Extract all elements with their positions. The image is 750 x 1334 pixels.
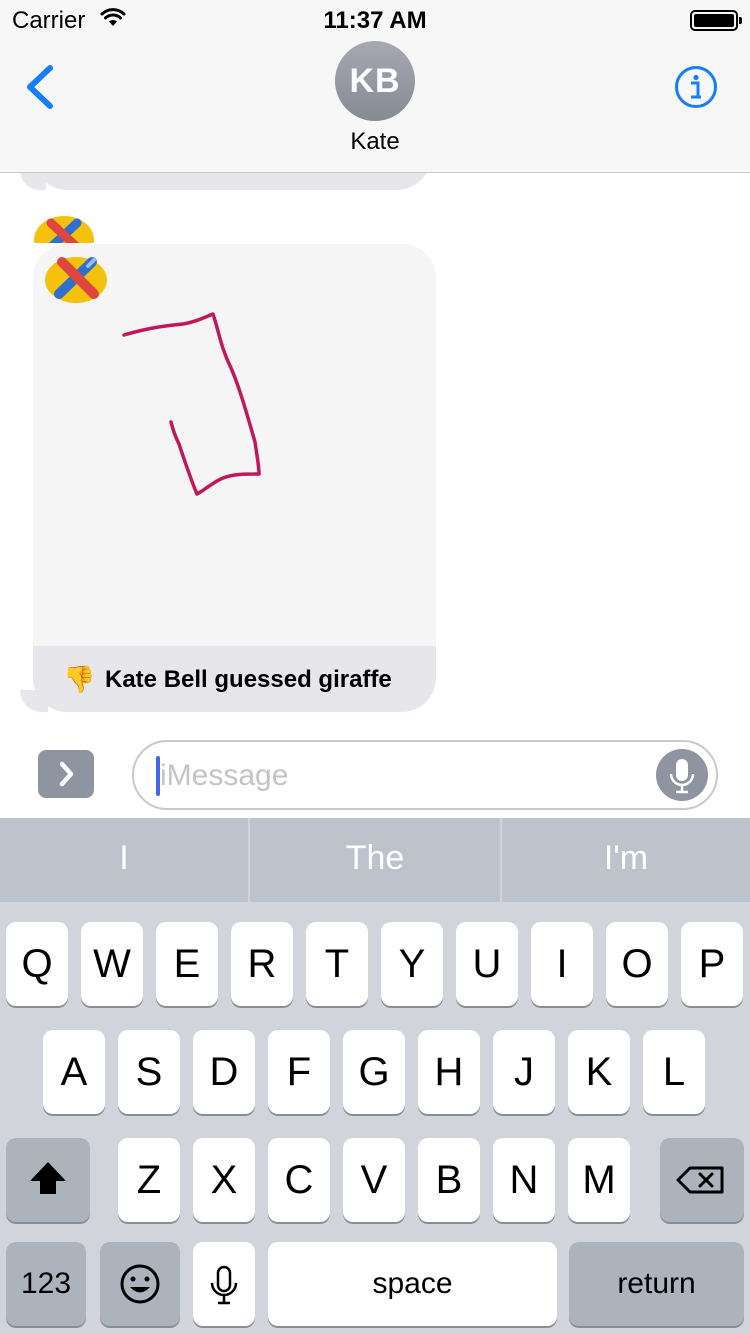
dictation-key[interactable] <box>193 1242 255 1326</box>
key-m[interactable]: M <box>568 1138 630 1222</box>
space-key[interactable]: space <box>268 1242 557 1326</box>
emoji-icon <box>120 1264 160 1304</box>
app-drawer-toggle-button[interactable] <box>38 750 94 798</box>
game-app-icon <box>33 215 95 243</box>
suggestion-1[interactable]: I <box>0 818 248 902</box>
key-l[interactable]: L <box>643 1030 705 1114</box>
chevron-right-icon <box>59 761 74 787</box>
shift-key[interactable] <box>6 1138 90 1222</box>
return-key[interactable]: return <box>569 1242 744 1326</box>
key-h[interactable]: H <box>418 1030 480 1114</box>
emoji-key[interactable] <box>100 1242 180 1326</box>
key-a[interactable]: A <box>43 1030 105 1114</box>
key-p[interactable]: P <box>681 922 743 1006</box>
key-y[interactable]: Y <box>381 922 443 1006</box>
keyboard: I The I'm Q W E R T Y U I O P A S D F G … <box>0 818 750 1334</box>
key-n[interactable]: N <box>493 1138 555 1222</box>
microphone-icon <box>210 1265 238 1305</box>
key-g[interactable]: G <box>343 1030 405 1114</box>
microphone-icon <box>669 759 695 794</box>
key-t[interactable]: T <box>306 922 368 1006</box>
key-z[interactable]: Z <box>118 1138 180 1222</box>
conversation-header: Carrier 11:37 AM KB Kate <box>0 0 750 173</box>
key-s[interactable]: S <box>118 1030 180 1114</box>
caption-text: Kate Bell guessed giraffe <box>105 666 392 693</box>
key-x[interactable]: X <box>193 1138 255 1222</box>
key-v[interactable]: V <box>343 1138 405 1222</box>
contact-name[interactable]: Kate <box>0 128 750 156</box>
key-q[interactable]: Q <box>6 922 68 1006</box>
suggestion-2[interactable]: The <box>250 818 500 902</box>
key-o[interactable]: O <box>606 922 668 1006</box>
key-d[interactable]: D <box>193 1030 255 1114</box>
shift-icon <box>30 1162 66 1194</box>
contact-avatar[interactable]: KB <box>335 41 415 121</box>
key-r[interactable]: R <box>231 922 293 1006</box>
key-u[interactable]: U <box>456 922 518 1006</box>
clock: 11:37 AM <box>323 7 427 34</box>
suggestion-3[interactable]: I'm <box>502 818 750 902</box>
key-e[interactable]: E <box>156 922 218 1006</box>
backspace-icon <box>676 1166 724 1194</box>
thumbs-down-icon: 👎 <box>63 664 96 694</box>
message-caption: 👎 Kate Bell guessed giraffe <box>33 646 436 712</box>
dictation-button[interactable] <box>656 749 708 801</box>
key-j[interactable]: J <box>493 1030 555 1114</box>
key-i[interactable]: I <box>531 922 593 1006</box>
key-k[interactable]: K <box>568 1030 630 1114</box>
key-b[interactable]: B <box>418 1138 480 1222</box>
key-w[interactable]: W <box>81 922 143 1006</box>
game-app-icon <box>44 256 108 304</box>
battery-icon <box>690 10 742 31</box>
message-input-field[interactable] <box>132 740 718 810</box>
back-chevron-icon[interactable] <box>22 64 62 110</box>
message-input[interactable] <box>160 754 640 798</box>
status-bar: Carrier 11:37 AM <box>0 0 750 40</box>
quicktype-bar: I The I'm <box>0 818 750 902</box>
key-f[interactable]: F <box>268 1030 330 1114</box>
key-c[interactable]: C <box>268 1138 330 1222</box>
info-icon[interactable] <box>674 65 718 109</box>
delete-key[interactable] <box>660 1138 744 1222</box>
numbers-key[interactable]: 123 <box>6 1242 86 1326</box>
sketch-stroke <box>122 312 261 496</box>
